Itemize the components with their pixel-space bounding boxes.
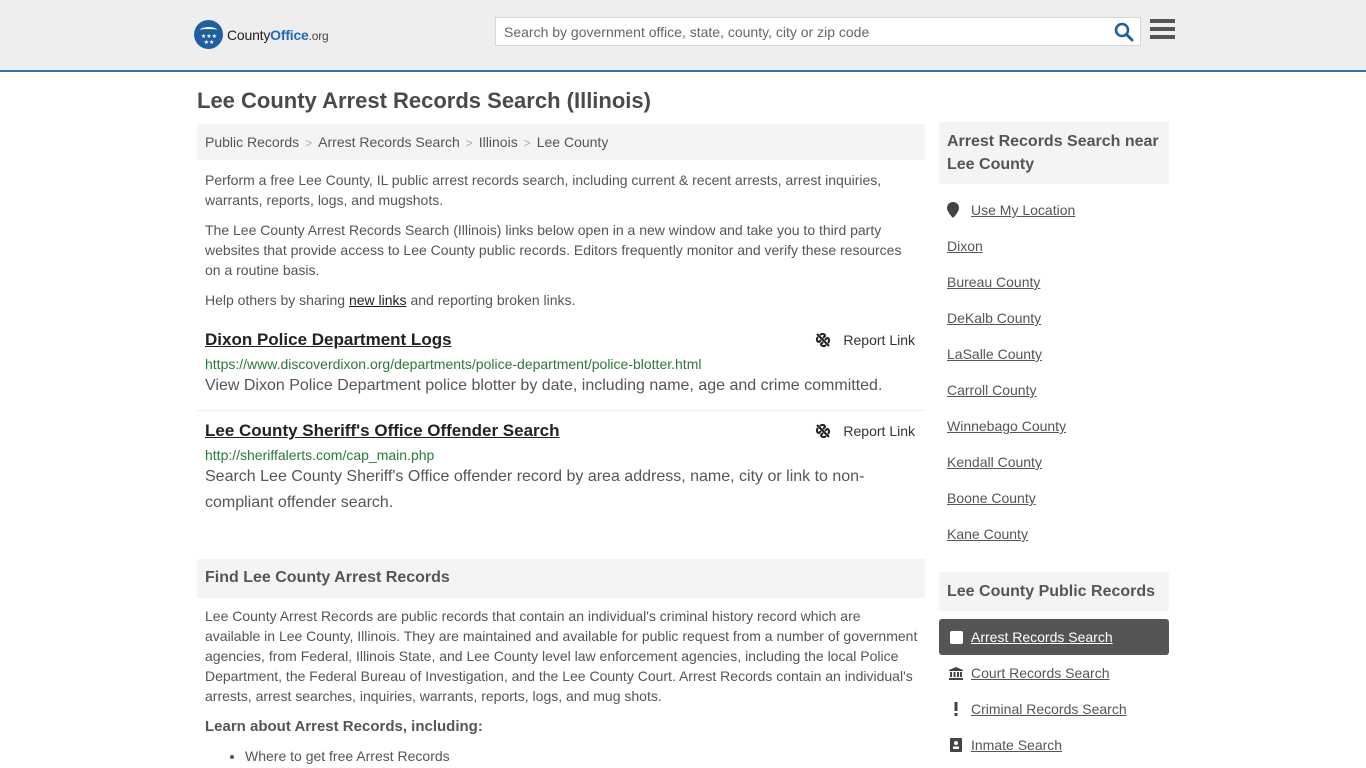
map-marker-icon — [947, 202, 959, 218]
report-link-label: Report Link — [843, 332, 915, 348]
report-link-button[interactable]: Report Link — [815, 332, 915, 348]
breadcrumb-separator: > — [305, 136, 313, 150]
intro-text: Perform a free Lee County, IL public arr… — [205, 170, 917, 320]
breadcrumb-illinois[interactable]: Illinois — [479, 134, 518, 150]
top-navbar: ★★★ ★★ CountyOffice.org — [0, 0, 1366, 72]
intro-paragraph-2: The Lee County Arrest Records Search (Il… — [205, 222, 902, 278]
sidebar-item-arrest-records-search[interactable]: Arrest Records Search — [939, 619, 1169, 655]
site-logo[interactable]: ★★★ ★★ CountyOffice.org — [194, 20, 329, 49]
use-my-location-link[interactable]: Use My Location — [947, 202, 1075, 218]
result-url: https://www.discoverdixon.org/department… — [205, 356, 702, 372]
hamburger-menu-button[interactable] — [1150, 19, 1175, 41]
nearby-link-dixon[interactable]: Dixon — [947, 238, 983, 254]
report-link-button[interactable]: Report Link — [815, 423, 915, 439]
nearby-link-winnebago-county[interactable]: Winnebago County — [947, 418, 1066, 434]
breadcrumb-lee-county[interactable]: Lee County — [537, 134, 609, 150]
result-title-link[interactable]: Dixon Police Department Logs — [205, 330, 452, 349]
broken-link-icon — [816, 423, 831, 439]
sidebar-item-criminal-records-search[interactable]: Criminal Records Search — [939, 691, 1169, 727]
search-box — [495, 17, 1141, 46]
id-card-icon — [949, 738, 963, 752]
breadcrumb: Public Records > Arrest Records Search > Ill… — [197, 124, 925, 160]
result-description: View Dixon Police Department police blot… — [205, 377, 883, 394]
breadcrumb-separator: > — [523, 136, 531, 150]
nearby-heading: Arrest Records Search near Lee County — [939, 122, 1169, 184]
sidebar-item-inmate-search[interactable]: Inmate Search — [939, 727, 1169, 763]
find-records-heading: Find Lee County Arrest Records — [197, 559, 925, 598]
courthouse-icon — [949, 666, 963, 680]
nearby-link-boone-county[interactable]: Boone County — [947, 490, 1036, 506]
learn-heading: Learn about Arrest Records, including: — [205, 718, 483, 735]
result-item: Lee County Sheriff's Office Offender Sea… — [197, 421, 925, 516]
search-icon — [1114, 22, 1134, 42]
intro-paragraph-3: Help others by sharing new links and rep… — [205, 292, 576, 308]
broken-link-icon — [816, 332, 831, 348]
new-links-link[interactable]: new links — [349, 292, 407, 308]
result-url: http://sheriffalerts.com/cap_main.php — [205, 447, 435, 463]
result-description: Search Lee County Sheriff's Office offen… — [205, 468, 865, 511]
page-title: Lee County Arrest Records Search (Illino… — [197, 88, 651, 113]
learn-list-item: Where to get free Arrest Records — [245, 746, 450, 766]
logo-eagle-icon: ★★★ ★★ — [194, 20, 223, 49]
nearby-link-kane-county[interactable]: Kane County — [947, 526, 1028, 542]
result-title-link[interactable]: Lee County Sheriff's Office Offender Sea… — [205, 421, 560, 440]
search-button[interactable] — [1114, 22, 1134, 42]
result-divider — [197, 410, 925, 411]
public-records-heading: Lee County Public Records — [939, 572, 1169, 611]
breadcrumb-public-records[interactable]: Public Records — [205, 134, 299, 150]
nearby-link-dekalb-county[interactable]: DeKalb County — [947, 310, 1041, 326]
find-records-body: Lee County Arrest Records are public rec… — [205, 608, 918, 704]
exclamation-icon — [949, 702, 963, 716]
result-item: Dixon Police Department Logs Report Link… — [197, 330, 925, 399]
search-input[interactable] — [496, 18, 1096, 45]
square-icon — [949, 630, 963, 644]
report-link-label: Report Link — [843, 423, 915, 439]
intro-paragraph-1: Perform a free Lee County, IL public arr… — [205, 172, 882, 208]
nearby-link-carroll-county[interactable]: Carroll County — [947, 382, 1036, 398]
logo-text: CountyOffice.org — [227, 26, 329, 43]
nearby-link-bureau-county[interactable]: Bureau County — [947, 274, 1040, 290]
breadcrumb-separator: > — [465, 136, 473, 150]
nearby-link-lasalle-county[interactable]: LaSalle County — [947, 346, 1042, 362]
learn-list: Where to get free Arrest Records — [245, 746, 450, 766]
nearby-link-kendall-county[interactable]: Kendall County — [947, 454, 1042, 470]
breadcrumb-arrest-records-search[interactable]: Arrest Records Search — [318, 134, 460, 150]
sidebar-item-court-records-search[interactable]: Court Records Search — [939, 655, 1169, 691]
